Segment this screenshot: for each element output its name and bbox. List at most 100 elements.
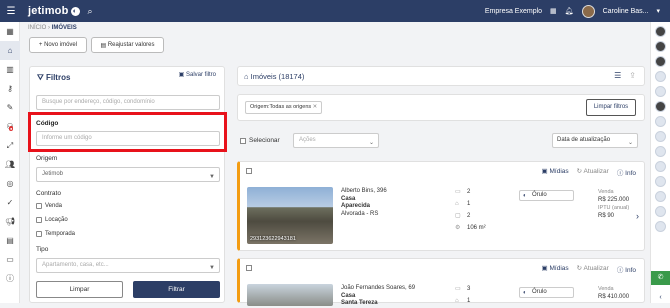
- media-button[interactable]: ▣ Mídias: [542, 264, 569, 274]
- media-button[interactable]: ▣ Mídias: [542, 167, 569, 177]
- refresh-icon: ↻: [576, 168, 583, 175]
- menu-icon[interactable]: ☰: [0, 6, 22, 17]
- origin-select[interactable]: Jetimob ▼: [36, 167, 220, 182]
- breadcrumb-home[interactable]: INÍCIO: [28, 25, 46, 31]
- search-icon[interactable]: ⌕: [88, 6, 93, 17]
- sidebar-book-icon[interactable]: ▤: [0, 231, 20, 250]
- owner-tag[interactable]: ◐ Órulo: [519, 190, 574, 201]
- contact-avatar[interactable]: [655, 176, 666, 187]
- owner-logo-icon: ◐: [523, 290, 527, 296]
- sidebar-megaphone-icon[interactable]: 📢︎: [0, 212, 20, 231]
- actions-select[interactable]: Ações ⌄: [293, 133, 379, 148]
- breadcrumb: INÍCIO › IMÓVEIS: [28, 25, 77, 31]
- user-name[interactable]: Caroline Bas...: [603, 8, 649, 15]
- collapse-icon[interactable]: ‹: [651, 294, 670, 301]
- contract-sale-checkbox[interactable]: Venda: [36, 203, 62, 209]
- origin-label: Origem: [36, 155, 58, 162]
- card-checkbox[interactable]: [246, 168, 252, 174]
- sidebar-people-icon[interactable]: 👥︎: [0, 155, 20, 174]
- active-filters-bar: Origem:Todas as origens ✕ Limpar filtros: [237, 94, 645, 121]
- chevron-down-icon[interactable]: ▾: [656, 7, 660, 15]
- breadcrumb-current: IMÓVEIS: [51, 25, 77, 31]
- export-icon[interactable]: ⇪: [629, 71, 636, 80]
- document-icon: ▤: [100, 42, 108, 49]
- bell-icon[interactable]: 🔔︎: [565, 7, 574, 15]
- save-filter-button[interactable]: ▣ Salvar filtro: [179, 71, 216, 78]
- sidebar-building-icon[interactable]: ▥: [0, 60, 20, 79]
- contract-season-checkbox[interactable]: Temporada: [36, 231, 75, 237]
- chevron-down-icon: ▼: [209, 174, 215, 180]
- contact-avatar[interactable]: [655, 146, 666, 157]
- logo[interactable]: jetimob ◐: [28, 5, 80, 17]
- clear-filters-button[interactable]: Limpar filtros: [586, 99, 636, 116]
- property-card[interactable]: ▣ Mídias ↻ Atualizar ⓘ Info 293123622943…: [237, 161, 645, 251]
- contact-avatar[interactable]: [655, 191, 666, 202]
- type-label: Tipo: [36, 246, 49, 253]
- update-button[interactable]: ↻ Atualizar: [577, 264, 609, 274]
- new-property-button[interactable]: + Novo imóvel: [29, 37, 87, 53]
- sidebar-expand-icon[interactable]: ⤢: [0, 136, 20, 155]
- search-input[interactable]: Busque por endereço, código, condomínio: [36, 95, 220, 110]
- sidebar-tools-icon[interactable]: ✎: [0, 98, 20, 117]
- sidebar-home-icon[interactable]: ⌂: [0, 41, 20, 60]
- contact-avatar[interactable]: [655, 86, 666, 97]
- sidebar-money-icon[interactable]: ▭: [0, 250, 20, 269]
- contact-avatar[interactable]: [655, 116, 666, 127]
- contact-avatar[interactable]: [655, 71, 666, 82]
- avatar[interactable]: [581, 4, 595, 18]
- contact-avatar[interactable]: [655, 26, 666, 37]
- sidebar-target-icon[interactable]: ◎: [0, 174, 20, 193]
- contact-avatar[interactable]: [655, 101, 666, 112]
- chat-icon[interactable]: ✆: [651, 271, 670, 285]
- save-icon: ▣: [178, 72, 185, 78]
- select-all-checkbox[interactable]: Selecionar: [240, 137, 280, 144]
- bed-icon: ▭: [455, 286, 461, 292]
- info-icon: ⓘ: [616, 267, 624, 274]
- contact-avatar[interactable]: [655, 41, 666, 52]
- listing-title: ⌂ Imóveis (18174): [244, 72, 305, 81]
- property-photo[interactable]: 293123622943181: [247, 187, 333, 244]
- sidebar-dashboard-icon[interactable]: ▦: [0, 22, 20, 41]
- readjust-values-button[interactable]: ▤ Reajustar valores: [91, 37, 164, 53]
- contact-avatar[interactable]: [655, 206, 666, 217]
- notification-badge: ●: [9, 126, 14, 131]
- filter-button[interactable]: Filtrar: [133, 281, 220, 298]
- image-icon: ▣: [541, 265, 548, 272]
- contact-avatar[interactable]: [655, 131, 666, 142]
- owner-tag[interactable]: ◐ Órulo: [519, 287, 574, 298]
- left-sidebar: ▦ ⌂ ▥ ⚷ ✎ ⚇● ⤢ 👥︎ ◎ ✓ 📢︎ ▤ ▭ ⓘ: [0, 22, 20, 303]
- clear-button[interactable]: Limpar: [36, 281, 123, 298]
- update-button[interactable]: ↻ Atualizar: [577, 167, 609, 177]
- sidebar-key-icon[interactable]: ⚷: [0, 79, 20, 98]
- filter-chip[interactable]: Origem:Todas as origens ✕: [245, 101, 323, 114]
- filters-title: ⛛ Filtros: [37, 73, 71, 82]
- sort-select[interactable]: Data de atualização ⌄: [552, 133, 638, 148]
- owner-logo-icon: ◐: [523, 193, 527, 199]
- company-name[interactable]: Empresa Exemplo: [485, 8, 542, 15]
- contact-avatar[interactable]: [655, 56, 666, 67]
- type-select[interactable]: Apartamento, casa, etc... ▼: [36, 258, 220, 273]
- highlight-box: [28, 112, 227, 152]
- property-code: 293123622943181: [250, 236, 296, 242]
- sidebar-network-icon[interactable]: ⚇●: [0, 117, 20, 136]
- image-icon: ▣: [541, 168, 548, 175]
- card-checkbox[interactable]: [246, 265, 252, 271]
- car-icon: ▢: [455, 213, 461, 219]
- contact-avatar[interactable]: [655, 221, 666, 232]
- close-icon: ✕: [312, 104, 318, 110]
- right-sidebar: ✆ ‹: [650, 22, 670, 303]
- sidebar-info-icon[interactable]: ⓘ: [0, 269, 20, 288]
- contract-rent-checkbox[interactable]: Locação: [36, 217, 68, 223]
- sidebar-check-icon[interactable]: ✓: [0, 193, 20, 212]
- chevron-right-icon[interactable]: ›: [636, 211, 639, 221]
- property-card[interactable]: ▣ Mídias ↻ Atualizar ⓘ Info João Fernand…: [237, 258, 645, 306]
- bath-icon: ⌂: [455, 201, 459, 207]
- refresh-icon: ↻: [576, 265, 583, 272]
- filter-icon: ⛛: [37, 73, 44, 82]
- contact-avatar[interactable]: [655, 161, 666, 172]
- info-button[interactable]: ⓘ Info: [617, 264, 636, 274]
- info-button[interactable]: ⓘ Info: [617, 167, 636, 177]
- list-view-icon[interactable]: ☰: [614, 71, 621, 80]
- price-block: Venda R$ 225.000 IPTU (anual) R$ 90: [598, 189, 630, 219]
- grid-icon[interactable]: ▦: [550, 7, 557, 15]
